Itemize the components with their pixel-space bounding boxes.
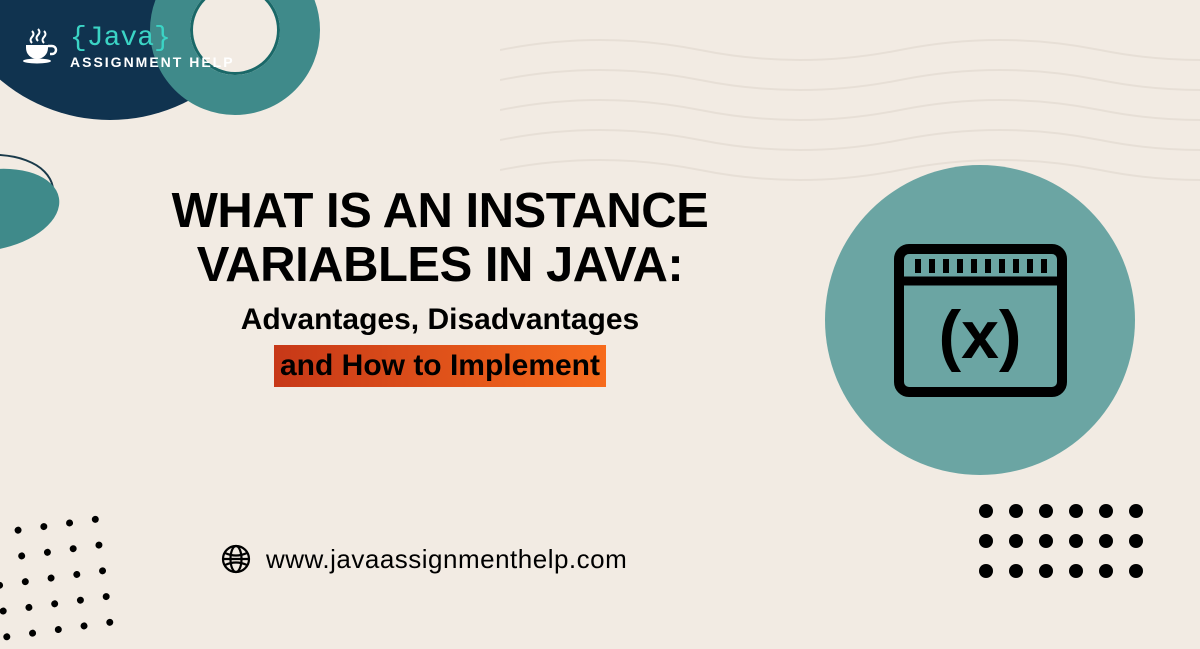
website-url[interactable]: www.javaassignmenthelp.com — [266, 544, 627, 575]
heading-subtitle: Advantages, Disadvantages — [130, 303, 750, 337]
main-heading-block: WHAT IS AN INSTANCE VARIABLES IN JAVA: A… — [130, 185, 750, 387]
heading-line-2: VARIABLES IN JAVA: — [197, 238, 683, 292]
website-row: www.javaassignmenthelp.com — [220, 543, 627, 575]
coffee-cup-icon — [20, 27, 60, 67]
logo-tagline: ASSIGNMENT HELP — [70, 55, 235, 69]
heading-highlight: and How to Implement — [274, 345, 606, 387]
dots-right-decoration — [979, 504, 1155, 590]
globe-icon — [220, 543, 252, 575]
variable-window-icon: (x) — [893, 243, 1068, 398]
left-blob-decoration — [0, 158, 66, 261]
logo-title: {Java} — [70, 25, 235, 53]
logo: {Java} ASSIGNMENT HELP — [20, 25, 235, 69]
dots-left-decoration — [0, 515, 119, 649]
svg-text:(x): (x) — [938, 297, 1021, 373]
icon-circle: (x) — [825, 165, 1135, 475]
heading-line-1: WHAT IS AN INSTANCE — [172, 184, 709, 238]
wavy-lines-decoration — [500, 30, 1200, 210]
